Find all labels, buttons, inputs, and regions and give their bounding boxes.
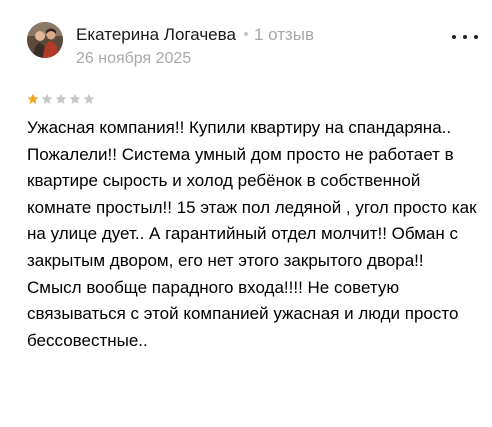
review-text: Ужасная компания!! Купили квартиру на сп… (27, 118, 477, 350)
star-rating (27, 93, 95, 105)
separator-dot (243, 32, 248, 36)
star-filled-icon (27, 93, 39, 104)
more-options-button[interactable] (452, 30, 478, 44)
avatar[interactable] (27, 22, 63, 58)
star-empty-icon (41, 93, 53, 104)
star-empty-icon (55, 93, 67, 104)
review-date: 26 ноября 2025 (76, 50, 192, 67)
star-empty-icon (83, 93, 95, 104)
review-card: Екатерина Логачева 1 отзыв 26 ноября 202… (0, 0, 492, 427)
author-row: Екатерина Логачева 1 отзыв (76, 25, 314, 47)
author-name[interactable]: Екатерина Логачева (76, 25, 236, 45)
user-photo-avatar-icon (27, 22, 63, 58)
more-dots-icon (474, 35, 478, 39)
more-dots-icon (463, 35, 467, 39)
more-dots-icon (452, 35, 456, 39)
star-empty-icon (69, 93, 81, 104)
author-review-count: 1 отзыв (253, 25, 315, 44)
